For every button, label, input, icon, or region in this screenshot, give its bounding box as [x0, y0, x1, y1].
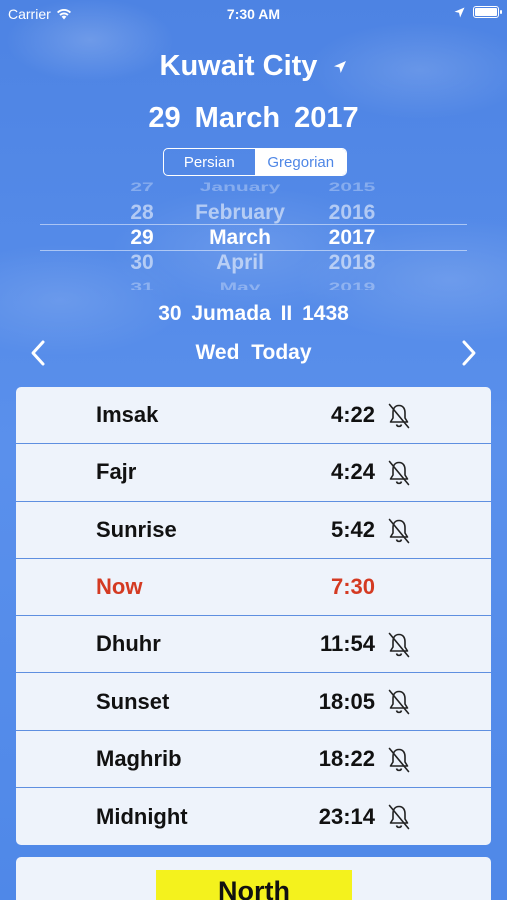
prayer-name: Maghrib: [96, 745, 182, 771]
city-name: Kuwait City: [159, 50, 318, 82]
picker-month-option[interactable]: January: [180, 182, 300, 194]
segment-gregorian[interactable]: Gregorian: [255, 149, 346, 175]
prayer-time: 23:14: [318, 803, 375, 829]
bell-off-icon[interactable]: [387, 804, 411, 830]
prayer-time: 18:22: [318, 745, 375, 771]
date-picker[interactable]: 27 28 29 30 31 January February March April May …: [40, 182, 467, 290]
picker-year-option[interactable]: 2016: [310, 200, 394, 225]
hijri-date: 30 Jumada II 1438: [158, 302, 349, 325]
status-bar: Carrier 7:30 AM: [0, 0, 507, 28]
prayer-row-sunrise: Sunrise 5:42: [16, 502, 491, 559]
picker-month-option[interactable]: February: [180, 200, 300, 225]
bell-off-icon[interactable]: [387, 747, 411, 773]
picker-day-option[interactable]: 31: [100, 281, 184, 290]
prayer-name: Now: [96, 574, 143, 600]
picker-day-option[interactable]: 27: [100, 182, 184, 194]
prayer-times-list: Imsak 4:22 Fajr 4:24 Sunrise 5:42 Now 7:30 Dhuhr…: [16, 387, 491, 845]
bell-off-icon[interactable]: [387, 689, 411, 715]
prayer-row-fajr: Fajr 4:24: [16, 444, 491, 502]
picker-year-option[interactable]: 2019: [310, 281, 394, 290]
picker-month-option[interactable]: May: [180, 281, 300, 290]
battery-icon: [473, 6, 502, 18]
prayer-time: 4:24: [330, 459, 375, 485]
prayer-row-maghrib: Maghrib 18:22: [16, 731, 491, 789]
segment-persian[interactable]: Persian: [164, 149, 256, 175]
prayer-name: Midnight: [96, 803, 188, 829]
picker-month-column[interactable]: January February March April May: [180, 182, 300, 290]
picker-year-option[interactable]: 2017: [310, 225, 394, 250]
prayer-row-dhuhr: Dhuhr 11:54: [16, 616, 491, 674]
prayer-time: 4:22: [330, 402, 375, 428]
prayer-row-now: Now 7:30: [16, 559, 491, 617]
picker-month-option[interactable]: March: [180, 225, 300, 250]
picker-day-column[interactable]: 27 28 29 30 31: [100, 182, 184, 290]
selected-date: 29 March 2017: [148, 102, 359, 134]
prayer-time: 11:54: [319, 631, 375, 657]
city-header[interactable]: Kuwait City: [0, 50, 507, 83]
day-navigation: Wed Today: [0, 338, 507, 368]
bell-off-icon[interactable]: [387, 403, 411, 429]
picker-year-option[interactable]: 2018: [310, 250, 394, 275]
next-day-chevron-icon[interactable]: [453, 338, 483, 368]
bell-off-icon[interactable]: [387, 518, 411, 544]
prayer-name: Fajr: [96, 459, 137, 485]
prayer-time: 18:05: [318, 688, 375, 714]
prayer-name: Dhuhr: [96, 631, 161, 657]
picker-day-option[interactable]: 30: [100, 250, 184, 275]
calendar-segmented-control[interactable]: Persian Gregorian: [163, 148, 347, 176]
location-arrow-icon: [454, 7, 465, 17]
location-arrow-icon: [334, 61, 347, 74]
north-badge: North: [156, 870, 352, 900]
prayer-row-midnight: Midnight 23:14: [16, 788, 491, 845]
picker-month-option[interactable]: April: [180, 250, 300, 275]
picker-year-column[interactable]: 2015 2016 2017 2018 2019: [310, 182, 394, 290]
picker-day-option[interactable]: 28: [100, 200, 184, 225]
prayer-name: Sunrise: [96, 516, 177, 542]
prayer-row-imsak: Imsak 4:22: [16, 387, 491, 445]
prayer-time: 5:42: [330, 516, 375, 542]
bell-off-icon[interactable]: [387, 460, 411, 486]
status-time: 7:30 AM: [226, 6, 281, 22]
prayer-name: Sunset: [96, 688, 170, 714]
prayer-row-sunset: Sunset 18:05: [16, 673, 491, 731]
day-label: Wed Today: [195, 341, 312, 364]
picker-day-option[interactable]: 29: [100, 225, 184, 250]
picker-year-option[interactable]: 2015: [310, 182, 394, 194]
compass-card: North: [16, 857, 491, 900]
prayer-name: Imsak: [96, 402, 159, 428]
bell-off-icon[interactable]: [387, 632, 411, 658]
prayer-time: 7:30: [330, 574, 375, 600]
